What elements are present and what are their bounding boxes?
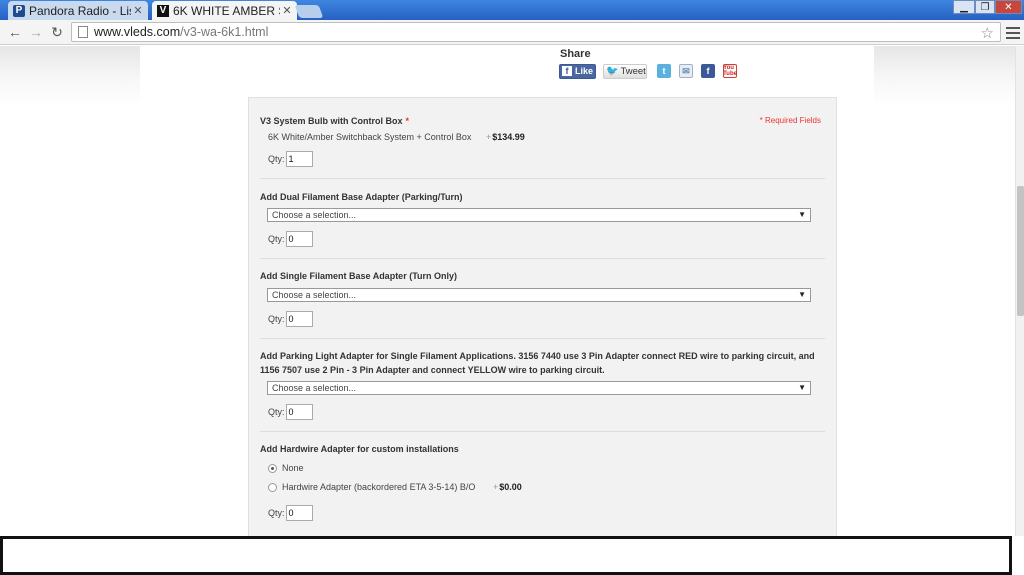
chrome-menu-icon[interactable] xyxy=(1006,24,1020,40)
divider xyxy=(260,178,825,179)
divider xyxy=(260,431,825,432)
youtube-icon[interactable]: You Tube xyxy=(723,64,737,78)
product-price: +$134.99 xyxy=(486,132,525,142)
address-bar[interactable]: www.vleds.com/v3-wa-6k1.html ☆ xyxy=(71,22,1001,42)
tab-pandora[interactable]: P Pandora Radio - Listen ✕ xyxy=(8,1,148,20)
radio-button[interactable] xyxy=(268,482,277,492)
qty-label: Qty: xyxy=(268,407,285,417)
radio-option-none[interactable]: None xyxy=(268,462,304,474)
url-path: /v3-wa-6k1.html xyxy=(180,25,269,39)
bottom-overlay-box xyxy=(0,536,1012,575)
price-value: $0.00 xyxy=(499,482,522,492)
share-label: Share xyxy=(560,48,591,60)
qty-input-system[interactable]: 1 xyxy=(285,151,313,167)
section-title-system-bulb: V3 System Bulb with Control Box * xyxy=(260,114,409,128)
select-value: Choose a selection... xyxy=(272,290,357,300)
tweet-label: Tweet xyxy=(620,65,646,77)
radio-label: Hardwire Adapter (backordered ETA 3-5-14… xyxy=(282,482,476,492)
qty-label: Qty: xyxy=(268,314,285,324)
radio-option-hardwire[interactable]: Hardwire Adapter (backordered ETA 3-5-14… xyxy=(268,481,475,493)
qty-group: Qty: 0 xyxy=(268,311,313,327)
pandora-favicon-icon: P xyxy=(13,4,25,17)
close-icon[interactable]: ✕ xyxy=(280,4,294,17)
scrollbar-thumb[interactable] xyxy=(1017,186,1024,316)
product-options-form: V3 System Bulb with Control Box * * Requi… xyxy=(248,97,837,537)
facebook-icon[interactable]: f xyxy=(701,64,715,78)
divider xyxy=(260,258,825,259)
share-buttons: f Like 🐦 Tweet t ✉ f You Tube xyxy=(559,63,737,79)
qty-input-parking-light[interactable]: 0 xyxy=(285,404,313,420)
product-name: 6K White/Amber Switchback System + Contr… xyxy=(268,132,472,142)
twitter-icon[interactable]: t xyxy=(657,64,671,78)
forward-arrow-icon[interactable]: → xyxy=(27,23,45,41)
dropdown-arrow-icon: ▼ xyxy=(798,210,806,219)
window-close-button[interactable]: ✕ xyxy=(995,0,1022,14)
browser-toolbar: ← → ↻ www.vleds.com/v3-wa-6k1.html ☆ xyxy=(0,20,1024,45)
qty-input-hardwire[interactable]: 0 xyxy=(285,505,313,521)
qty-input-single-filament[interactable]: 0 xyxy=(285,311,313,327)
qty-group: Qty: 1 xyxy=(268,151,313,167)
tab-vleds[interactable]: V 6K WHITE AMBER SWITCHBACK ✕ xyxy=(152,1,297,20)
minimize-button[interactable]: ▁ xyxy=(953,0,975,14)
parking-light-select[interactable]: Choose a selection... ▼ xyxy=(267,381,811,395)
section-title-single-filament: Add Single Filament Base Adapter (Turn O… xyxy=(260,271,458,281)
radio-button[interactable] xyxy=(268,463,277,473)
tab-label: Pandora Radio - Listen xyxy=(29,3,131,18)
qty-label: Qty: xyxy=(268,508,285,518)
section-title-parking-light-line1: Add Parking Light Adapter for Single Fil… xyxy=(260,351,815,361)
price-plus: + xyxy=(486,132,492,142)
vleds-favicon-icon: V xyxy=(157,4,169,17)
price-plus: + xyxy=(493,482,499,492)
select-value: Choose a selection... xyxy=(272,383,357,393)
section-title-hardwire: Add Hardwire Adapter for custom installa… xyxy=(260,444,459,454)
section-title-dual-filament: Add Dual Filament Base Adapter (Parking/… xyxy=(260,192,463,202)
facebook-icon: f xyxy=(562,66,572,76)
qty-group: Qty: 0 xyxy=(268,505,313,521)
qty-group: Qty: 0 xyxy=(268,404,313,420)
close-icon[interactable]: ✕ xyxy=(131,4,145,17)
browser-title-bar: P Pandora Radio - Listen ✕ V 6K WHITE AM… xyxy=(0,0,1024,20)
dropdown-arrow-icon: ▼ xyxy=(798,383,806,392)
maximize-button[interactable]: ❐ xyxy=(975,0,995,14)
dual-filament-select[interactable]: Choose a selection... ▼ xyxy=(267,208,811,222)
price-value: $134.99 xyxy=(492,132,525,142)
tweet-button[interactable]: 🐦 Tweet xyxy=(603,63,647,79)
hardwire-price: +$0.00 xyxy=(493,482,522,492)
radio-label: None xyxy=(282,463,304,473)
tab-label: 6K WHITE AMBER SWITCHBACK xyxy=(173,3,280,18)
section-title-text: V3 System Bulb with Control Box xyxy=(260,116,403,126)
qty-label: Qty: xyxy=(268,154,285,164)
required-fields-note: * Required Fields xyxy=(759,116,821,125)
vertical-scrollbar[interactable] xyxy=(1015,46,1024,536)
reload-icon[interactable]: ↻ xyxy=(48,23,66,41)
facebook-like-button[interactable]: f Like xyxy=(559,63,596,79)
section-title-parking-light-line2: 1156 7507 use 2 Pin - 3 Pin Adapter and … xyxy=(260,365,605,375)
qty-group: Qty: 0 xyxy=(268,231,313,247)
qty-label: Qty: xyxy=(268,234,285,244)
dropdown-arrow-icon: ▼ xyxy=(798,290,806,299)
select-value: Choose a selection... xyxy=(272,210,357,220)
url-host: www.vleds.com xyxy=(94,25,181,39)
required-star: * xyxy=(405,116,410,126)
qty-input-dual-filament[interactable]: 0 xyxy=(285,231,313,247)
twitter-bird-icon: 🐦 xyxy=(606,65,619,77)
new-tab-button[interactable] xyxy=(294,5,324,18)
single-filament-select[interactable]: Choose a selection... ▼ xyxy=(267,288,811,302)
bookmark-star-icon[interactable]: ☆ xyxy=(981,24,994,42)
email-icon[interactable]: ✉ xyxy=(679,64,693,78)
divider xyxy=(260,338,825,339)
like-label: Like xyxy=(575,66,594,76)
back-arrow-icon[interactable]: ← xyxy=(6,23,24,41)
page-icon xyxy=(78,26,88,38)
